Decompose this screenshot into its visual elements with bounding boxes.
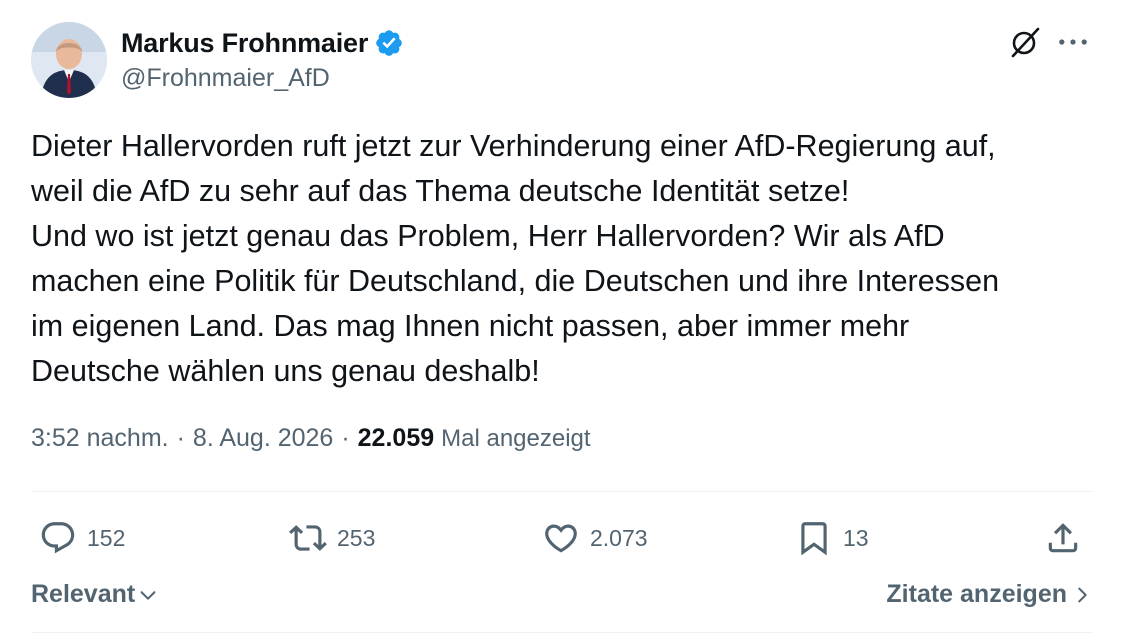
- tweet-text: Dieter Hallervorden ruft jetzt zur Verhi…: [31, 129, 1000, 388]
- avatar-image: [31, 22, 107, 98]
- sort-label: Relevant: [31, 580, 136, 608]
- bookmark-count: 13: [843, 524, 869, 551]
- grok-icon[interactable]: [1007, 24, 1043, 60]
- more-icon[interactable]: [1053, 24, 1093, 60]
- verified-badge-icon: [376, 30, 402, 56]
- reply-icon: [41, 522, 75, 554]
- bookmark-button[interactable]: 13: [795, 512, 869, 564]
- views-count: 22.059: [357, 424, 435, 452]
- bookmark-icon: [801, 522, 827, 556]
- share-icon: [1048, 523, 1078, 553]
- tweet-meta: 3:52 nachm. · 8. Aug. 2026 · 22.059 Mal …: [31, 424, 591, 453]
- action-bar: 152 253 2.073 13: [31, 512, 1093, 564]
- meta-separator: ·: [341, 424, 350, 452]
- reply-count: 152: [87, 524, 126, 551]
- sort-dropdown[interactable]: Relevant: [31, 580, 159, 609]
- tweet-time[interactable]: 3:52 nachm.: [31, 424, 169, 453]
- views-label: Mal angezeigt: [441, 424, 591, 452]
- chevron-down-icon: [140, 590, 156, 600]
- repost-count: 253: [337, 524, 376, 551]
- view-quotes-link[interactable]: Zitate anzeigen: [886, 580, 1093, 609]
- reply-button[interactable]: 152: [39, 512, 125, 564]
- divider: [31, 491, 1093, 492]
- tweet-date[interactable]: 8. Aug. 2026: [193, 424, 333, 453]
- divider: [31, 632, 1093, 633]
- heart-icon: [545, 524, 577, 553]
- chevron-right-icon: [1078, 587, 1087, 602]
- meta-separator: ·: [176, 424, 185, 452]
- tweet-header: Markus Frohnmaier @Frohnmaier_AfD: [31, 22, 1093, 100]
- quotes-label: Zitate anzeigen: [886, 580, 1067, 608]
- repost-icon: [289, 525, 327, 551]
- repost-button[interactable]: 253: [289, 512, 375, 564]
- display-name[interactable]: Markus Frohnmaier: [121, 28, 368, 59]
- handle[interactable]: @Frohnmaier_AfD: [121, 64, 404, 93]
- replies-footer: Relevant Zitate anzeigen: [31, 576, 1093, 616]
- share-button[interactable]: [1044, 512, 1082, 564]
- like-count: 2.073: [590, 524, 648, 551]
- avatar[interactable]: [31, 22, 107, 98]
- like-button[interactable]: 2.073: [542, 512, 648, 564]
